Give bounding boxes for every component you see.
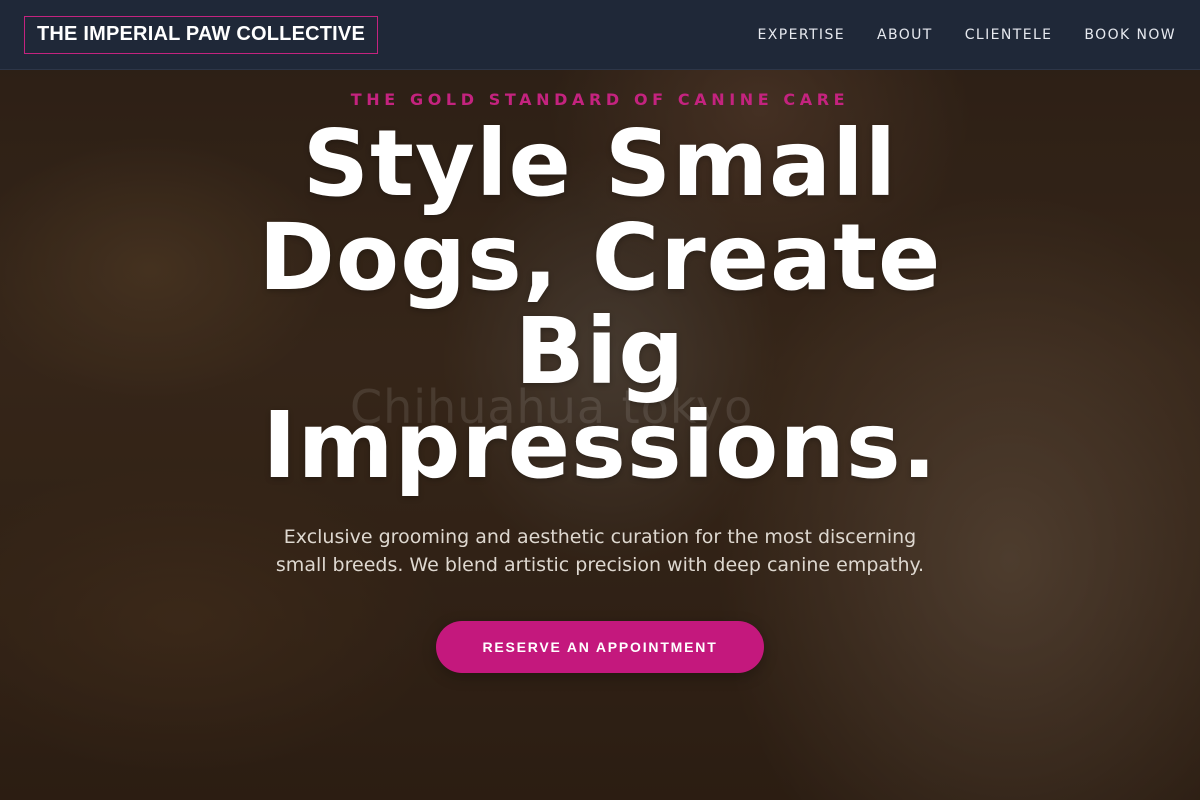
reserve-appointment-button[interactable]: RESERVE AN APPOINTMENT [436, 621, 764, 673]
hero-eyebrow: THE GOLD STANDARD OF CANINE CARE [350, 90, 850, 109]
nav-link-expertise[interactable]: EXPERTISE [758, 27, 845, 43]
site-logo[interactable]: THE IMPERIAL PAW COLLECTIVE [24, 15, 379, 54]
nav-link-book-now[interactable]: BOOK NOW [1084, 27, 1176, 43]
hero-section: THE GOLD STANDARD OF CANINE CARE Style S… [0, 70, 1200, 800]
top-navbar: THE IMPERIAL PAW COLLECTIVE EXPERTISE AB… [0, 0, 1200, 70]
nav-links: EXPERTISE ABOUT CLIENTELE BOOK NOW [758, 27, 1176, 43]
hero-subtext: Exclusive grooming and aesthetic curatio… [275, 526, 925, 576]
nav-link-clientele[interactable]: CLIENTELE [965, 27, 1053, 43]
nav-link-about[interactable]: ABOUT [877, 27, 933, 43]
hero-headline: Style Small Dogs, Create Big Impressions… [258, 110, 942, 499]
